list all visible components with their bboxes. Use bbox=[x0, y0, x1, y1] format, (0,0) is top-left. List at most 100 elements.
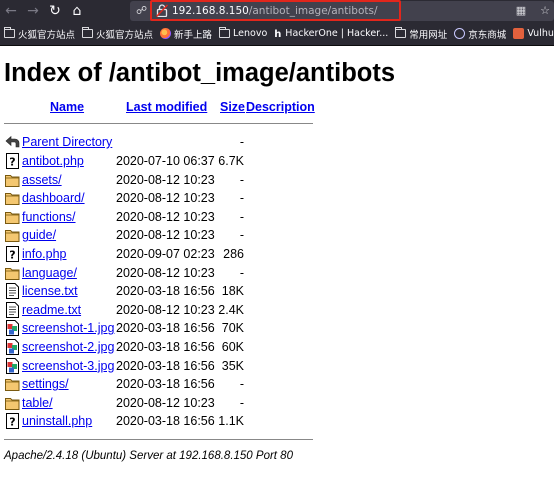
parent-directory-link[interactable]: Parent Directory bbox=[22, 133, 112, 151]
file-size: - bbox=[239, 209, 244, 224]
bookmark-item[interactable]: Lenovo bbox=[219, 27, 267, 39]
home-icon[interactable]: ⌂ bbox=[66, 0, 88, 22]
last-modified: 2020-08-12 10:23 bbox=[116, 191, 215, 206]
file-link[interactable]: assets/ bbox=[22, 171, 62, 189]
bookmark-item[interactable]: Vulhub - I bbox=[513, 28, 554, 39]
reload-icon[interactable]: ↻ bbox=[44, 0, 66, 22]
svg-text:?: ? bbox=[9, 249, 15, 262]
footer-divider bbox=[4, 439, 313, 440]
bookmarks-bar: 火狐官方站点 火狐官方站点 新手上路 Lenovo h HackerOne | Hacke… bbox=[0, 22, 554, 46]
file-size: - bbox=[239, 135, 244, 149]
file-row: table/2020-08-12 10:23 - bbox=[4, 394, 324, 412]
hackerone-icon: h bbox=[274, 28, 282, 40]
last-modified: 2020-03-18 16:56 bbox=[116, 377, 215, 392]
unknown-file-icon: ? bbox=[6, 246, 19, 262]
bookmark-label: 新手上路 bbox=[174, 29, 213, 41]
vulhub-icon bbox=[513, 28, 525, 39]
unknown-file-icon: ? bbox=[6, 153, 19, 169]
insecure-lock-icon[interactable] bbox=[156, 4, 168, 17]
file-link[interactable]: readme.txt bbox=[22, 301, 81, 319]
bookmark-item[interactable]: h HackerOne | Hacker... bbox=[274, 28, 389, 40]
file-link[interactable]: info.php bbox=[22, 245, 66, 263]
folder-icon bbox=[5, 174, 20, 187]
sort-by-size-link[interactable]: Size bbox=[220, 100, 245, 114]
folder-icon bbox=[5, 193, 20, 206]
last-modified: 2020-03-18 16:56 bbox=[116, 321, 215, 336]
tracking-shield-icon[interactable]: ☍ bbox=[136, 4, 148, 18]
sort-by-description-link[interactable]: Description bbox=[246, 100, 315, 114]
file-size: 1.1K bbox=[218, 414, 244, 429]
last-modified: 2020-08-12 10:23 bbox=[116, 228, 215, 243]
file-link[interactable]: functions/ bbox=[22, 208, 76, 226]
qr-code-icon[interactable]: ▦ bbox=[516, 4, 526, 17]
file-link[interactable]: settings/ bbox=[22, 375, 69, 393]
bookmark-label: HackerOne | Hacker... bbox=[285, 28, 389, 39]
image-file-icon bbox=[6, 339, 19, 355]
file-size: - bbox=[239, 191, 244, 206]
file-link[interactable]: screenshot-2.jpg bbox=[22, 338, 114, 356]
file-link[interactable]: screenshot-1.jpg bbox=[22, 319, 114, 337]
bookmark-item[interactable]: 火狐官方站点 bbox=[82, 27, 153, 41]
file-row: ? uninstall.php 2020-03-18 16:56 1.1K bbox=[4, 412, 324, 430]
file-row: ? info.php 2020-09-07 02:23 286 bbox=[4, 245, 324, 263]
file-size: - bbox=[239, 172, 244, 187]
sort-by-last-modified-link[interactable]: Last modified bbox=[126, 100, 207, 114]
file-row: functions/2020-08-12 10:23 - bbox=[4, 208, 324, 226]
file-link[interactable]: screenshot-3.jpg bbox=[22, 357, 114, 375]
folder-icon bbox=[219, 27, 231, 38]
last-modified: 2020-09-07 02:23 bbox=[116, 247, 215, 261]
last-modified: 2020-03-18 16:56 bbox=[116, 340, 215, 354]
last-modified: 2020-08-12 10:23 bbox=[116, 302, 215, 317]
file-row: readme.txt 2020-08-12 10:23 2.4K bbox=[4, 301, 324, 319]
last-modified: 2020-07-10 06:37 bbox=[116, 154, 215, 168]
bookmark-label: 火狐官方站点 bbox=[18, 29, 76, 41]
back-icon[interactable]: ← bbox=[0, 0, 22, 22]
file-size: 18K bbox=[221, 284, 244, 299]
folder-icon bbox=[395, 27, 407, 38]
bookmark-item[interactable]: 火狐官方站点 bbox=[4, 27, 75, 41]
folder-icon bbox=[5, 267, 20, 280]
bookmark-item[interactable]: 京东商城 bbox=[454, 27, 506, 41]
file-row: dashboard/2020-08-12 10:23 - bbox=[4, 189, 324, 207]
file-size: 70K bbox=[221, 321, 244, 336]
bookmark-star-icon[interactable]: ☆ bbox=[540, 4, 550, 17]
last-modified: 2020-03-18 16:56 bbox=[116, 414, 215, 429]
file-link[interactable]: dashboard/ bbox=[22, 189, 85, 207]
file-row: screenshot-3.jpg 2020-03-18 16:56 35K bbox=[4, 357, 324, 375]
folder-icon bbox=[5, 379, 20, 392]
bookmark-label: 常用网址 bbox=[409, 29, 448, 41]
url-path: /antibot_image/antibots/ bbox=[248, 5, 378, 17]
globe-icon bbox=[454, 28, 466, 39]
address-bar[interactable]: ☍ 192.168.8.150/antibot_image/antibots/ … bbox=[130, 0, 554, 21]
file-link[interactable]: language/ bbox=[22, 264, 77, 282]
file-row: screenshot-1.jpg 2020-03-18 16:56 70K bbox=[4, 319, 324, 337]
last-modified: 2020-03-18 16:56 bbox=[116, 284, 215, 299]
bookmark-item[interactable]: 常用网址 bbox=[395, 27, 447, 41]
forward-icon[interactable]: → bbox=[22, 0, 44, 22]
text-file-icon bbox=[6, 283, 19, 300]
file-size: - bbox=[239, 228, 244, 243]
url-text[interactable]: 192.168.8.150/antibot_image/antibots/ bbox=[172, 4, 378, 18]
file-size: - bbox=[239, 265, 244, 280]
folder-icon bbox=[5, 230, 20, 243]
file-size: 6.7K bbox=[218, 154, 244, 168]
file-link[interactable]: uninstall.php bbox=[22, 412, 92, 430]
file-row: screenshot-2.jpg 2020-03-18 16:56 60K bbox=[4, 338, 324, 356]
parent-directory-row: Parent Directory - bbox=[4, 133, 324, 151]
svg-text:?: ? bbox=[9, 416, 15, 429]
text-file-icon bbox=[6, 301, 19, 318]
file-link[interactable]: license.txt bbox=[22, 282, 78, 300]
last-modified: 2020-08-12 10:23 bbox=[116, 172, 215, 187]
file-link[interactable]: table/ bbox=[22, 394, 53, 412]
page-title: Index of /antibot_image/antibots bbox=[4, 59, 396, 87]
bookmark-item[interactable]: 新手上路 bbox=[160, 27, 212, 41]
image-file-icon bbox=[6, 357, 19, 374]
url-actions: ▦ ☆ bbox=[516, 4, 550, 17]
file-row: guide/2020-08-12 10:23 - bbox=[4, 226, 324, 244]
file-link[interactable]: antibot.php bbox=[22, 152, 84, 170]
file-link[interactable]: guide/ bbox=[22, 226, 56, 244]
file-row: assets/2020-08-12 10:23 - bbox=[4, 171, 324, 189]
back-arrow-icon bbox=[5, 135, 20, 148]
sort-by-name-link[interactable]: Name bbox=[50, 100, 84, 114]
bookmark-label: 火狐官方站点 bbox=[96, 29, 154, 41]
